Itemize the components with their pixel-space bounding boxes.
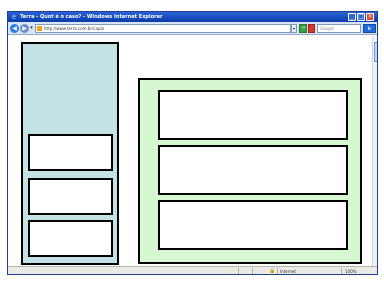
- search-placeholder: Google: [320, 26, 335, 31]
- main-content-panel: [138, 78, 362, 264]
- window-title: Terra - Quot é o caso? - Windows Interne…: [20, 14, 163, 20]
- content-box-1[interactable]: [158, 90, 348, 140]
- address-bar: ◀ ▶ ▾ http://www.terra.com.br/capa/ ▾ → …: [8, 22, 377, 35]
- address-dropdown-icon[interactable]: ▾: [291, 24, 297, 33]
- sidebar-box-1[interactable]: [28, 134, 113, 171]
- sidebar-panel: [21, 42, 119, 265]
- scroll-thumb[interactable]: [374, 42, 377, 62]
- sidebar-box-2[interactable]: [28, 178, 113, 215]
- search-button[interactable]: Ir: [363, 24, 376, 33]
- title-bar[interactable]: e Terra - Quot é o caso? - Windows Inter…: [8, 12, 377, 22]
- status-divider: [277, 268, 278, 274]
- status-divider: [238, 268, 239, 274]
- status-zone[interactable]: Internet: [280, 268, 320, 274]
- search-input[interactable]: Google: [317, 24, 361, 33]
- browser-window: e Terra - Quot é o caso? - Windows Inter…: [7, 11, 378, 275]
- minimize-icon[interactable]: _: [348, 13, 356, 21]
- go-arrow-icon[interactable]: →: [299, 24, 307, 33]
- vertical-scrollbar[interactable]: [372, 36, 377, 266]
- security-lock-icon[interactable]: 🔒: [269, 268, 275, 274]
- forward-arrow-icon[interactable]: ▶: [20, 24, 29, 33]
- page-favicon-icon: [37, 26, 42, 31]
- stop-icon[interactable]: [308, 24, 315, 33]
- status-divider: [252, 268, 253, 274]
- status-divider: [341, 268, 342, 274]
- content-box-2[interactable]: [158, 145, 348, 195]
- content-box-3[interactable]: [158, 200, 348, 250]
- zoom-level[interactable]: 100%: [345, 268, 373, 274]
- address-input[interactable]: http://www.terra.com.br/capa/: [35, 24, 291, 33]
- history-dropdown-icon[interactable]: ▾: [29, 25, 34, 32]
- ie-logo-icon: e: [11, 13, 17, 21]
- status-bar: 🔒 Internet 100%: [8, 266, 377, 274]
- sidebar-box-3[interactable]: [28, 220, 113, 257]
- maximize-icon[interactable]: □: [357, 13, 365, 21]
- address-url: http://www.terra.com.br/capa/: [44, 26, 105, 31]
- close-icon[interactable]: ×: [366, 13, 374, 21]
- back-arrow-icon[interactable]: ◀: [10, 24, 19, 33]
